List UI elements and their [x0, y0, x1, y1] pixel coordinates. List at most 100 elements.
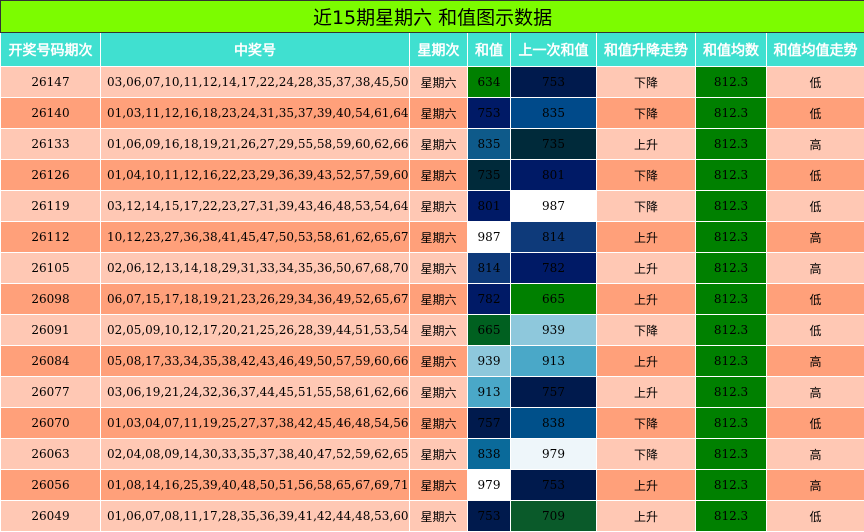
issue-cell: 26140	[1, 98, 101, 129]
prev-sum-cell: 753	[511, 67, 597, 98]
table-row: 2611903,12,14,15,17,22,23,27,31,39,43,46…	[1, 191, 864, 222]
prev-sum-cell: 665	[511, 284, 597, 315]
sum-trend-cell: 上升	[597, 470, 696, 501]
sum-trend-cell: 上升	[597, 129, 696, 160]
weekday-cell: 星期六	[410, 67, 468, 98]
issue-cell: 26126	[1, 160, 101, 191]
prev-sum-cell: 709	[511, 501, 597, 532]
average-trend-cell: 低	[767, 315, 864, 346]
average-trend-cell: 低	[767, 160, 864, 191]
sum-cell: 782	[468, 284, 511, 315]
numbers-cell: 03,12,14,15,17,22,23,27,31,39,43,46,48,5…	[101, 191, 410, 222]
sum-trend-cell: 下降	[597, 408, 696, 439]
average-trend-cell: 高	[767, 253, 864, 284]
sum-trend-cell: 上升	[597, 346, 696, 377]
sum-average-cell: 812.3	[696, 377, 767, 408]
numbers-cell: 10,12,23,27,36,38,41,45,47,50,53,58,61,6…	[101, 222, 410, 253]
sum-cell: 665	[468, 315, 511, 346]
numbers-cell: 03,06,07,10,11,12,14,17,22,24,28,35,37,3…	[101, 67, 410, 98]
header-prev-sum: 上一次和值	[511, 33, 597, 67]
numbers-cell: 01,08,14,16,25,39,40,48,50,51,56,58,65,6…	[101, 470, 410, 501]
sum-average-cell: 812.3	[696, 315, 767, 346]
average-trend-cell: 低	[767, 408, 864, 439]
numbers-cell: 02,04,08,09,14,30,33,35,37,38,40,47,52,5…	[101, 439, 410, 470]
weekday-cell: 星期六	[410, 98, 468, 129]
sum-trend-cell: 上升	[597, 222, 696, 253]
average-trend-cell: 高	[767, 377, 864, 408]
prev-sum-cell: 979	[511, 439, 597, 470]
weekday-cell: 星期六	[410, 470, 468, 501]
numbers-cell: 01,06,07,08,11,17,28,35,36,39,41,42,44,4…	[101, 501, 410, 532]
sum-average-cell: 812.3	[696, 408, 767, 439]
sum-data-table: 近15期星期六 和值图示数据 开奖号码期次 中奖号 星期次 和值 上一次和值 和…	[0, 0, 864, 532]
prev-sum-cell: 838	[511, 408, 597, 439]
header-issue: 开奖号码期次	[1, 33, 101, 67]
sum-chart-table-container: 近15期星期六 和值图示数据 开奖号码期次 中奖号 星期次 和值 上一次和值 和…	[0, 0, 864, 530]
sum-average-cell: 812.3	[696, 160, 767, 191]
header-sum-trend: 和值升降走势	[597, 33, 696, 67]
issue-cell: 26098	[1, 284, 101, 315]
numbers-cell: 01,03,11,12,16,18,23,24,31,35,37,39,40,5…	[101, 98, 410, 129]
weekday-cell: 星期六	[410, 408, 468, 439]
sum-cell: 835	[468, 129, 511, 160]
prev-sum-cell: 835	[511, 98, 597, 129]
prev-sum-cell: 913	[511, 346, 597, 377]
sum-cell: 634	[468, 67, 511, 98]
prev-sum-cell: 801	[511, 160, 597, 191]
header-sum-average: 和值均数	[696, 33, 767, 67]
average-trend-cell: 低	[767, 284, 864, 315]
average-trend-cell: 低	[767, 67, 864, 98]
weekday-cell: 星期六	[410, 222, 468, 253]
sum-cell: 801	[468, 191, 511, 222]
numbers-cell: 01,04,10,11,12,16,22,23,29,36,39,43,52,5…	[101, 160, 410, 191]
weekday-cell: 星期六	[410, 315, 468, 346]
issue-cell: 26049	[1, 501, 101, 532]
table-row: 2611210,12,23,27,36,38,41,45,47,50,53,58…	[1, 222, 864, 253]
sum-average-cell: 812.3	[696, 67, 767, 98]
prev-sum-cell: 939	[511, 315, 597, 346]
numbers-cell: 02,06,12,13,14,18,29,31,33,34,35,36,50,6…	[101, 253, 410, 284]
prev-sum-cell: 782	[511, 253, 597, 284]
table-row: 2606302,04,08,09,14,30,33,35,37,38,40,47…	[1, 439, 864, 470]
issue-cell: 26119	[1, 191, 101, 222]
sum-average-cell: 812.3	[696, 191, 767, 222]
sum-average-cell: 812.3	[696, 284, 767, 315]
sum-cell: 753	[468, 501, 511, 532]
issue-cell: 26070	[1, 408, 101, 439]
sum-cell: 939	[468, 346, 511, 377]
weekday-cell: 星期六	[410, 284, 468, 315]
sum-average-cell: 812.3	[696, 439, 767, 470]
table-row: 2607703,06,19,21,24,32,36,37,44,45,51,55…	[1, 377, 864, 408]
weekday-cell: 星期六	[410, 129, 468, 160]
table-row: 2607001,03,04,07,11,19,25,27,37,38,42,45…	[1, 408, 864, 439]
sum-average-cell: 812.3	[696, 129, 767, 160]
weekday-cell: 星期六	[410, 439, 468, 470]
prev-sum-cell: 757	[511, 377, 597, 408]
issue-cell: 26091	[1, 315, 101, 346]
sum-cell: 814	[468, 253, 511, 284]
table-row: 2612601,04,10,11,12,16,22,23,29,36,39,43…	[1, 160, 864, 191]
average-trend-cell: 低	[767, 191, 864, 222]
issue-cell: 26133	[1, 129, 101, 160]
table-row: 2605601,08,14,16,25,39,40,48,50,51,56,58…	[1, 470, 864, 501]
weekday-cell: 星期六	[410, 501, 468, 532]
issue-cell: 26063	[1, 439, 101, 470]
sum-trend-cell: 下降	[597, 439, 696, 470]
sum-trend-cell: 下降	[597, 67, 696, 98]
sum-trend-cell: 下降	[597, 98, 696, 129]
sum-average-cell: 812.3	[696, 222, 767, 253]
sum-cell: 753	[468, 98, 511, 129]
numbers-cell: 02,05,09,10,12,17,20,21,25,26,28,39,44,5…	[101, 315, 410, 346]
sum-average-cell: 812.3	[696, 98, 767, 129]
weekday-cell: 星期六	[410, 160, 468, 191]
table-row: 2614703,06,07,10,11,12,14,17,22,24,28,35…	[1, 67, 864, 98]
prev-sum-cell: 735	[511, 129, 597, 160]
sum-trend-cell: 上升	[597, 284, 696, 315]
numbers-cell: 03,06,19,21,24,32,36,37,44,45,51,55,58,6…	[101, 377, 410, 408]
issue-cell: 26105	[1, 253, 101, 284]
issue-cell: 26077	[1, 377, 101, 408]
sum-average-cell: 812.3	[696, 501, 767, 532]
sum-average-cell: 812.3	[696, 346, 767, 377]
issue-cell: 26084	[1, 346, 101, 377]
average-trend-cell: 高	[767, 222, 864, 253]
